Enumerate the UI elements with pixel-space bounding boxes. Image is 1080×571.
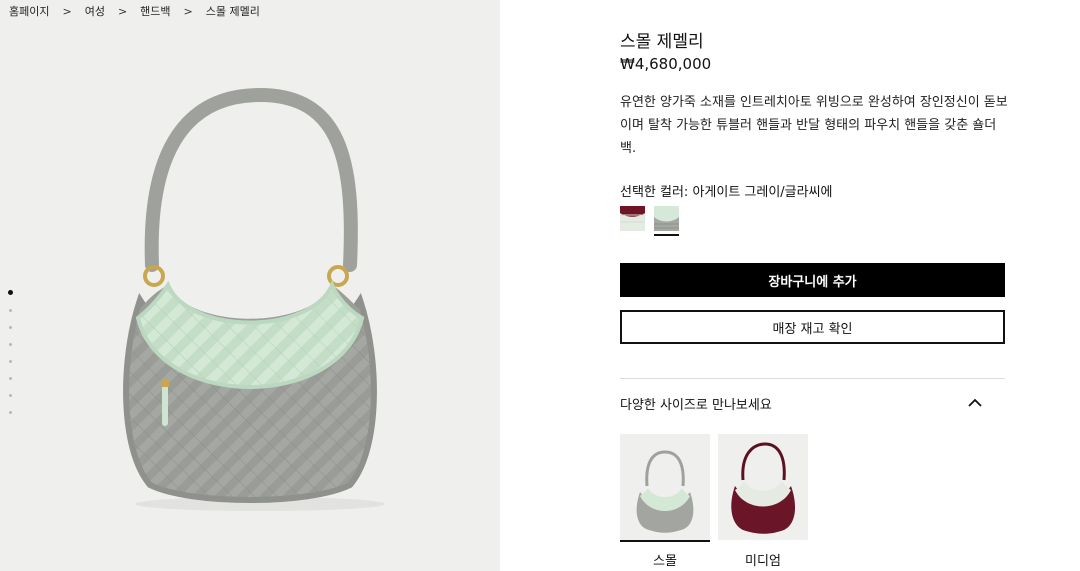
chevron-up-icon[interactable] (967, 398, 983, 408)
color-swatch-burgundy[interactable] (620, 206, 645, 236)
swatch-selected-indicator (654, 234, 679, 236)
divider (620, 378, 1005, 379)
size-option-medium[interactable]: 미디엄 (718, 434, 808, 569)
product-gallery[interactable]: 홈페이지 > 여성 > 핸드백 > 스몰 제멜리 (0, 0, 500, 571)
product-description: 유연한 양가죽 소재를 인트레치아토 위빙으로 완성하여 장인정신이 돋보이며 … (620, 95, 1008, 156)
gallery-dot[interactable] (8, 290, 13, 295)
size-medium-label: 미디엄 (745, 554, 781, 569)
chevron-right-icon: > (183, 4, 193, 18)
size-medium-image (718, 434, 808, 540)
gallery-dot[interactable] (9, 326, 12, 329)
swatch-burgundy-image (620, 206, 645, 231)
size-selected-indicator (620, 540, 710, 542)
product-title: 스몰 제멜리 (620, 32, 704, 52)
color-swatch-grey[interactable] (654, 206, 679, 236)
gallery-dot[interactable] (9, 394, 12, 397)
chevron-right-icon: > (62, 4, 72, 18)
sizes-accordion-header[interactable]: 다양한 사이즈로 만나보세요 (620, 389, 1005, 417)
gallery-dot[interactable] (9, 309, 12, 312)
selected-color-label: 선택한 컬러: 아게이트 그레이/글라씨에 (620, 185, 833, 200)
breadcrumb-current: 스몰 제멜리 (205, 5, 260, 18)
gallery-pagination (8, 290, 14, 428)
breadcrumb-women[interactable]: 여성 (85, 3, 105, 19)
swatch-grey-image (654, 206, 679, 231)
size-option-small[interactable]: 스몰 (620, 434, 710, 569)
breadcrumb-handbags[interactable]: 핸드백 (140, 3, 170, 19)
gallery-dot[interactable] (9, 360, 12, 363)
chevron-right-icon: > (117, 4, 128, 18)
check-store-stock-button[interactable]: 매장 재고 확인 (620, 310, 1005, 344)
breadcrumb-home[interactable]: 홈페이지 (9, 3, 49, 19)
size-options: 스몰 미디엄 (620, 434, 808, 569)
product-image (123, 87, 385, 511)
size-small-label: 스몰 (653, 554, 677, 569)
product-price: ₩4,680,000 (620, 55, 712, 73)
gallery-dot[interactable] (9, 411, 12, 414)
color-swatches (620, 206, 679, 236)
gallery-dot[interactable] (9, 377, 12, 380)
add-to-cart-button[interactable]: 장바구니에 추가 (620, 263, 1005, 297)
gallery-dot[interactable] (9, 343, 12, 346)
sizes-accordion-title: 다양한 사이즈로 만나보세요 (620, 397, 772, 413)
breadcrumb: 홈페이지 > 여성 > 핸드백 > 스몰 제멜리 (9, 3, 260, 19)
size-small-image (620, 434, 710, 540)
